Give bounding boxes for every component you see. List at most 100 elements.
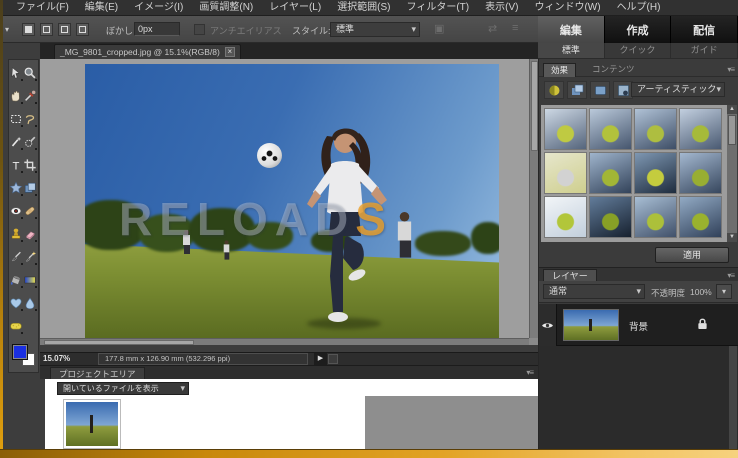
- tab-effects[interactable]: 効果: [543, 63, 577, 77]
- add-selection-icon[interactable]: [40, 23, 53, 36]
- tool-hand[interactable]: [9, 84, 23, 107]
- antialias-checkbox[interactable]: [194, 24, 205, 35]
- layers-panel-menu-icon[interactable]: ▾≡: [727, 271, 735, 280]
- tool-heart-shape[interactable]: [9, 291, 23, 314]
- menu-item-8[interactable]: 表示(V): [477, 0, 526, 15]
- effect-thumbnail-5[interactable]: [544, 152, 587, 194]
- status-arrow-icon[interactable]: ▶: [314, 353, 327, 365]
- tool-blur[interactable]: [23, 291, 37, 314]
- menu-item-6[interactable]: 選択範囲(S): [329, 0, 398, 15]
- subtract-selection-icon[interactable]: [58, 23, 71, 36]
- tool-magic-wand[interactable]: [9, 130, 23, 153]
- tab-quick[interactable]: クイック: [605, 43, 672, 58]
- tool-cookie-cutter[interactable]: [9, 176, 23, 199]
- menu-item-3[interactable]: イメージ(I): [126, 0, 191, 15]
- effect-thumbnail-7[interactable]: [634, 152, 677, 194]
- effects-panel-menu-icon[interactable]: ▾≡: [727, 65, 735, 74]
- effect-thumbnail-11[interactable]: [634, 196, 677, 238]
- blend-mode-dropdown[interactable]: 通常: [543, 284, 645, 299]
- tool-eraser[interactable]: [23, 222, 37, 245]
- canvas-horizontal-scrollbar[interactable]: [40, 338, 529, 345]
- tool-recompose[interactable]: [23, 176, 37, 199]
- menu-item-9[interactable]: ウィンドウ(W): [526, 0, 608, 15]
- scrollbar-corner: [529, 338, 538, 345]
- tool-marquee[interactable]: [9, 107, 23, 130]
- effect-thumbnail-3[interactable]: [634, 108, 677, 150]
- layer-thumbnail[interactable]: [563, 309, 619, 341]
- tool-lasso[interactable]: [23, 107, 37, 130]
- tool-zoom[interactable]: [23, 61, 37, 84]
- scroll-down-icon[interactable]: ▼: [727, 233, 737, 242]
- status-bar: 15.07% 177.8 mm x 126.90 mm (532.296 ppi…: [40, 352, 538, 365]
- effect-thumbnail-10[interactable]: [589, 196, 632, 238]
- project-area-bar: プロジェクトエリア ▾≡: [40, 365, 538, 380]
- tool-brush[interactable]: [9, 245, 23, 268]
- all-effects-icon[interactable]: [613, 81, 633, 99]
- layer-visibility-toggle[interactable]: [539, 304, 557, 346]
- photo-document[interactable]: RELOADS: [85, 64, 499, 345]
- svg-text:T: T: [13, 160, 20, 172]
- tool-smart-brush[interactable]: [23, 245, 37, 268]
- style-dropdown[interactable]: 標準: [330, 22, 420, 37]
- feather-input[interactable]: [134, 22, 180, 36]
- tool-quick-selection[interactable]: [23, 130, 37, 153]
- menu-item-4[interactable]: 画質調整(N): [191, 0, 261, 15]
- tab-share[interactable]: 配信: [671, 16, 738, 43]
- new-selection-icon[interactable]: [22, 23, 35, 36]
- layer-styles-icon[interactable]: [567, 81, 587, 99]
- intersect-selection-icon[interactable]: [76, 23, 89, 36]
- tool-paint-bucket[interactable]: [9, 268, 23, 291]
- document-tab[interactable]: _MG_9801_cropped.jpg @ 15.1%(RGB/8) ×: [54, 44, 241, 59]
- menu-item-5[interactable]: レイヤー(L): [261, 0, 329, 15]
- tool-healing-brush[interactable]: [23, 199, 37, 222]
- effect-thumbnail-9[interactable]: [544, 196, 587, 238]
- tool-clone-stamp[interactable]: [9, 222, 23, 245]
- feather-label: ぼかし: [106, 26, 134, 36]
- page-edge-bottom: [0, 449, 738, 458]
- tool-red-eye[interactable]: [9, 199, 23, 222]
- scroll-up-icon[interactable]: ▲: [727, 105, 737, 114]
- lock-icon[interactable]: [697, 317, 708, 336]
- tab-content[interactable]: コンテンツ: [585, 63, 642, 77]
- effect-thumbnail-8[interactable]: [679, 152, 722, 194]
- canvas-vertical-scrollbar[interactable]: [529, 59, 538, 338]
- panel-menu-icon[interactable]: ▾≡: [526, 368, 534, 377]
- menu-item-7[interactable]: フィルター(T): [399, 0, 478, 15]
- effect-thumbnail-2[interactable]: [589, 108, 632, 150]
- tool-move[interactable]: [9, 61, 23, 84]
- photo-effects-icon[interactable]: [590, 81, 610, 99]
- tool-gradient[interactable]: [23, 268, 37, 291]
- tool-crop[interactable]: [23, 153, 37, 176]
- menu-item-1[interactable]: ファイル(F): [8, 0, 77, 15]
- menu-item-2[interactable]: 編集(E): [77, 0, 126, 15]
- filters-icon[interactable]: [544, 81, 564, 99]
- opacity-value[interactable]: 100%: [690, 287, 712, 297]
- effects-category-dropdown[interactable]: アーティスティック: [631, 82, 725, 97]
- tool-sponge[interactable]: [9, 314, 23, 337]
- tab-standard[interactable]: 標準: [538, 43, 605, 58]
- tab-guided[interactable]: ガイド: [671, 43, 738, 58]
- tool-preset-arrow-icon[interactable]: ▾: [5, 25, 9, 34]
- effects-scrollbar[interactable]: ▲ ▼: [727, 105, 737, 242]
- zoom-level[interactable]: 15.07%: [43, 354, 70, 363]
- bin-filter-dropdown[interactable]: 開いているファイルを表示: [57, 382, 189, 395]
- menu-item-10[interactable]: ヘルプ(H): [609, 0, 669, 15]
- tool-type[interactable]: T: [9, 153, 23, 176]
- tool-eyedropper[interactable]: [23, 84, 37, 107]
- opacity-stepper-icon[interactable]: ▾: [716, 284, 732, 299]
- soccer-ball: [257, 143, 282, 168]
- tab-edit[interactable]: 編集: [538, 16, 605, 43]
- status-option-icon[interactable]: [328, 354, 338, 364]
- effects-thumbnail-grid: [541, 105, 727, 242]
- effect-thumbnail-4[interactable]: [679, 108, 722, 150]
- layer-row-background[interactable]: 背景: [539, 304, 738, 346]
- effect-thumbnail-12[interactable]: [679, 196, 722, 238]
- layers-scrollbar[interactable]: [729, 346, 737, 458]
- tab-create[interactable]: 作成: [604, 16, 672, 43]
- close-icon[interactable]: ×: [224, 47, 235, 57]
- apply-button[interactable]: 適用: [655, 247, 729, 263]
- open-file-thumbnail[interactable]: [63, 399, 121, 449]
- effect-thumbnail-1[interactable]: [544, 108, 587, 150]
- foreground-color-swatch[interactable]: [12, 344, 28, 360]
- effect-thumbnail-6[interactable]: [589, 152, 632, 194]
